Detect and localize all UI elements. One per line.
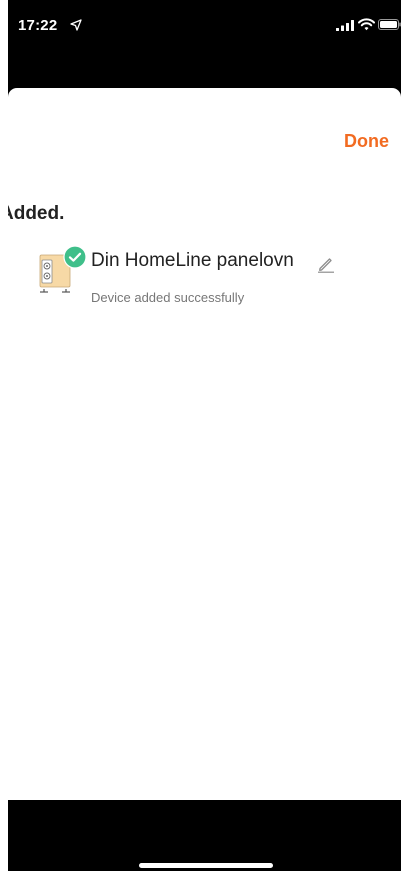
battery-icon xyxy=(378,19,401,30)
phone-screen: 17:22 Done Added. xyxy=(8,0,401,871)
status-time: 17:22 xyxy=(18,17,58,34)
device-status: Device added successfully xyxy=(91,290,245,305)
screen: 17:22 Done Added. xyxy=(0,0,401,871)
section-title: Added. xyxy=(8,203,65,224)
done-button[interactable]: Done xyxy=(344,131,389,152)
location-arrow-icon xyxy=(70,19,82,31)
cellular-signal-icon xyxy=(336,20,354,31)
edit-pencil-icon[interactable] xyxy=(317,255,335,273)
bottom-bar xyxy=(8,800,401,871)
device-name: Din HomeLine panelovn xyxy=(91,250,294,271)
status-bar: 17:22 xyxy=(8,0,401,88)
device-list-item: Din HomeLine panelovn Device added succe… xyxy=(38,245,378,315)
modal-sheet: Done Added. xyxy=(8,88,401,800)
check-circle-icon xyxy=(63,245,87,269)
wifi-icon xyxy=(358,18,375,31)
home-indicator[interactable] xyxy=(139,863,273,868)
